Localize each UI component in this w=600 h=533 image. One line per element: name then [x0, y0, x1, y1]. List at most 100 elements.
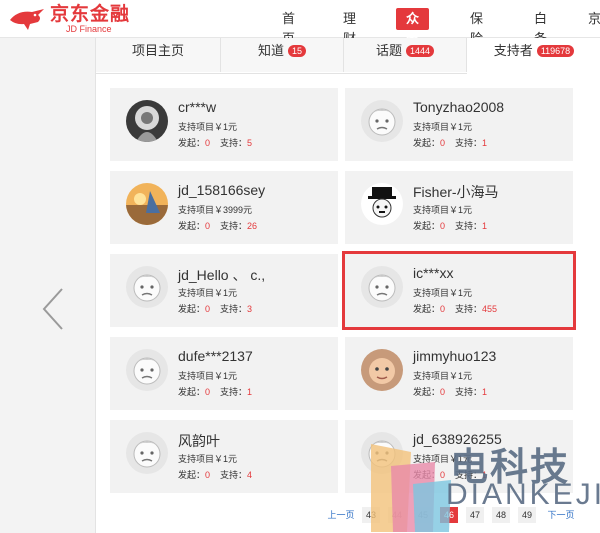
nav-item-baitiao[interactable]: 白条	[534, 9, 547, 46]
launched-count: 0	[440, 221, 446, 231]
nav-item-wealth[interactable]: 理财	[343, 9, 356, 46]
supporter-name[interactable]: 风韵叶	[178, 431, 220, 451]
supporter-card[interactable]: dufe***2137 支持项目￥1元 发起：0 支持：1	[110, 337, 338, 410]
supporter-stats: 发起：0 支持：1	[413, 219, 487, 232]
supported-label: 支持：	[455, 387, 483, 397]
support-amount: 支持项目￥1元	[413, 205, 473, 215]
launched-label: 发起：	[413, 470, 441, 480]
launched-label: 发起：	[178, 304, 206, 314]
supporter-stats: 发起：0 支持：3	[178, 302, 252, 315]
supported-label: 支持：	[220, 387, 248, 397]
supporter-stats: 发起：0 支持：5	[178, 136, 252, 149]
supporter-name[interactable]: cr***w	[178, 99, 216, 115]
top-header: 京东金融 JD Finance 首页 理财 众筹 保险 白条 京	[0, 0, 600, 48]
avatar[interactable]	[361, 432, 403, 474]
supported-label: 支持：	[220, 304, 248, 314]
tab-knowledge[interactable]: 知道 15	[221, 38, 344, 72]
supported-count: 5	[247, 138, 253, 148]
supporter-card[interactable]: 风韵叶支持项目￥1元发起：0 支持：4	[110, 420, 338, 493]
page-link[interactable]: 45	[414, 507, 432, 523]
supporter-card-highlighted[interactable]: ic***xx 支持项目￥1元发起：0 支持：455	[342, 251, 576, 330]
chevron-left-icon[interactable]	[38, 285, 68, 333]
supporter-stats: 发起：0 支持：1	[413, 136, 487, 149]
jd-finance-logo[interactable]: 京东金融 JD Finance	[8, 4, 130, 34]
supporter-card[interactable]: jd_Hello 、 c., 支持项目￥1元 发起：0 支持：3	[110, 254, 338, 327]
supporter-name[interactable]: jd_Hello 、 c.,	[178, 265, 265, 285]
avatar[interactable]	[126, 349, 168, 391]
launched-count: 0	[205, 138, 211, 148]
page-link[interactable]: 44	[388, 507, 406, 523]
launched-label: 发起：	[413, 138, 441, 148]
supporter-stats: 发起：0 支持：4	[178, 468, 252, 481]
supported-count: 1	[247, 387, 253, 397]
nav-item-home[interactable]: 首页	[282, 9, 295, 46]
supported-count: 3	[247, 304, 253, 314]
support-amount: 支持项目￥1元	[178, 454, 238, 464]
supporter-name[interactable]: Tonyzhao2008	[413, 99, 504, 115]
supported-label: 支持：	[220, 221, 248, 231]
launched-count: 0	[205, 304, 211, 314]
supported-count: 1	[482, 387, 488, 397]
support-amount: 支持项目￥3999元	[178, 205, 253, 215]
avatar[interactable]	[361, 100, 403, 142]
launched-label: 发起：	[178, 387, 206, 397]
tab-label: 话题	[375, 43, 402, 58]
supported-label: 支持：	[455, 221, 483, 231]
support-amount: 支持项目￥1元	[413, 288, 473, 298]
tab-count-badge: 15	[288, 45, 307, 57]
launched-count: 0	[205, 221, 211, 231]
supporter-name[interactable]: dufe***2137	[178, 348, 253, 364]
tab-count-badge: 1444	[405, 45, 435, 57]
tab-label: 项目主页	[131, 43, 184, 58]
supporter-stats: 发起：0 支持：455	[413, 302, 497, 315]
launched-count: 0	[205, 387, 211, 397]
supported-label: 支持：	[220, 138, 248, 148]
avatar[interactable]	[361, 266, 403, 308]
supported-label: 支持：	[220, 470, 248, 480]
launched-count: 0	[440, 470, 446, 480]
supporter-stats: 发起：0 支持：1	[178, 385, 252, 398]
launched-label: 发起：	[413, 387, 441, 397]
support-amount: 支持项目￥1元	[178, 371, 238, 381]
supporter-card[interactable]: jd_158166sey 支持项目￥3999元 发起：0 支持：26	[110, 171, 338, 244]
support-amount: 支持项目￥1元	[413, 122, 473, 132]
supporter-name[interactable]: jd_158166sey	[178, 182, 265, 198]
brand-name-en: JD Finance	[66, 23, 112, 34]
supporter-name[interactable]: jimmyhuo123	[413, 348, 496, 364]
supported-count: 4	[247, 470, 253, 480]
launched-label: 发起：	[178, 470, 206, 480]
watermark-text-en: DIANKEJI	[446, 478, 600, 511]
launched-label: 发起：	[178, 221, 206, 231]
tab-topics[interactable]: 话题 1444	[344, 38, 467, 72]
nav-item-insurance[interactable]: 保险	[470, 9, 483, 46]
prev-page-link[interactable]: 上一页	[326, 507, 356, 523]
supported-label: 支持：	[455, 304, 483, 314]
project-tabs: 项目主页 知道 15 话题 1444 支持者 119678	[96, 38, 600, 74]
tab-project-home[interactable]: 项目主页	[96, 38, 221, 72]
supported-label: 支持：	[455, 138, 483, 148]
avatar[interactable]	[361, 349, 403, 391]
tab-supporters[interactable]: 支持者 119678	[467, 38, 600, 74]
supporter-card[interactable]: cr***w 支持项目￥1元 发起：0 支持：5	[110, 88, 338, 161]
launched-count: 0	[440, 138, 446, 148]
avatar[interactable]	[126, 100, 168, 142]
supporter-card[interactable]: Fisher-小海马支持项目￥1元 发起：0 支持：1	[345, 171, 573, 244]
avatar[interactable]	[126, 432, 168, 474]
supporter-name[interactable]: ic***xx	[413, 265, 453, 281]
brand-name-cn: 京东金融	[50, 3, 131, 25]
avatar[interactable]	[126, 266, 168, 308]
supported-count: 1	[482, 221, 488, 231]
supporter-name[interactable]: Fisher-小海马	[413, 182, 499, 202]
nav-item-more[interactable]: 京	[588, 9, 600, 29]
nav-item-crowdfunding[interactable]: 众筹	[396, 8, 430, 48]
supported-count: 455	[482, 304, 498, 314]
page-link[interactable]: 43	[362, 507, 380, 523]
supporter-card[interactable]: Tonyzhao2008 支持项目￥1元 发起：0 支持：1	[345, 88, 573, 161]
launched-label: 发起：	[413, 304, 441, 314]
supporter-card[interactable]: jimmyhuo123 支持项目￥1元 发起：0 支持：1	[345, 337, 573, 410]
launched-label: 发起：	[413, 221, 441, 231]
launched-label: 发起：	[178, 138, 206, 148]
avatar[interactable]	[361, 183, 403, 225]
supported-count: 26	[247, 221, 258, 231]
avatar[interactable]	[126, 183, 168, 225]
